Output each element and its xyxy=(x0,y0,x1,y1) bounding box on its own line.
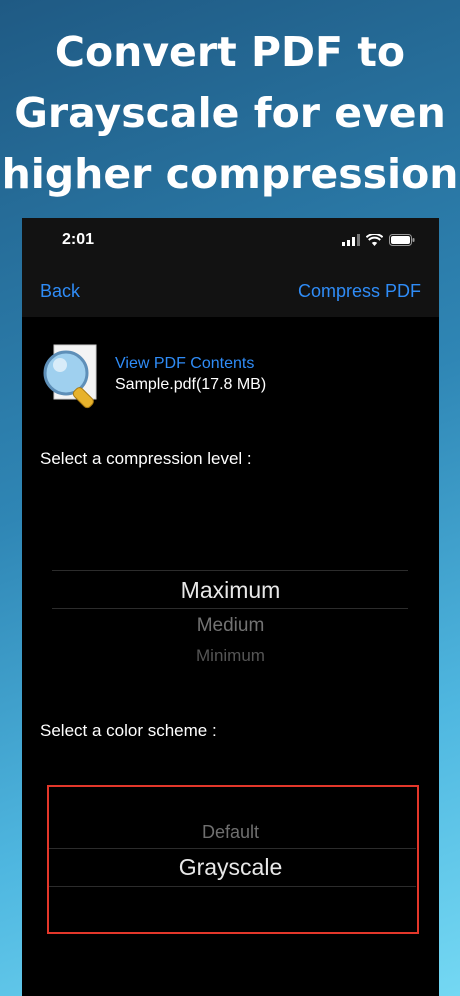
highlight-frame xyxy=(47,785,419,934)
navigation-bar: Back Compress PDF xyxy=(22,264,439,317)
promo-headline: Convert PDF to Grayscale for even higher… xyxy=(0,22,460,205)
status-bar: 2:01 xyxy=(22,218,439,264)
picker-divider xyxy=(52,570,408,571)
status-time: 2:01 xyxy=(62,231,95,248)
headline-line-3: higher compression xyxy=(1,150,459,198)
compression-level-label: Select a compression level : xyxy=(40,449,252,468)
back-button[interactable]: Back xyxy=(40,281,80,302)
compression-option-maximum[interactable]: Maximum xyxy=(22,577,439,604)
pdf-magnifier-icon[interactable] xyxy=(40,343,102,409)
wifi-icon xyxy=(366,234,383,246)
file-info: Sample.pdf(17.8 MB) xyxy=(115,376,267,393)
cellular-signal-icon xyxy=(342,234,360,246)
view-pdf-contents-link[interactable]: View PDF Contents xyxy=(115,355,254,373)
compress-pdf-button[interactable]: Compress PDF xyxy=(298,281,421,302)
color-scheme-label: Select a color scheme : xyxy=(40,721,217,740)
battery-icon xyxy=(389,234,415,246)
compression-option-medium[interactable]: Medium xyxy=(22,615,439,637)
phone-screen: 2:01 Back Compress PDF View PDF Contents… xyxy=(22,218,439,996)
headline-line-1: Convert PDF to xyxy=(54,28,406,76)
picker-divider xyxy=(52,608,408,609)
status-icons xyxy=(342,234,415,246)
compression-option-minimum[interactable]: Minimum xyxy=(22,646,439,666)
headline-line-2: Grayscale for even xyxy=(14,89,446,137)
